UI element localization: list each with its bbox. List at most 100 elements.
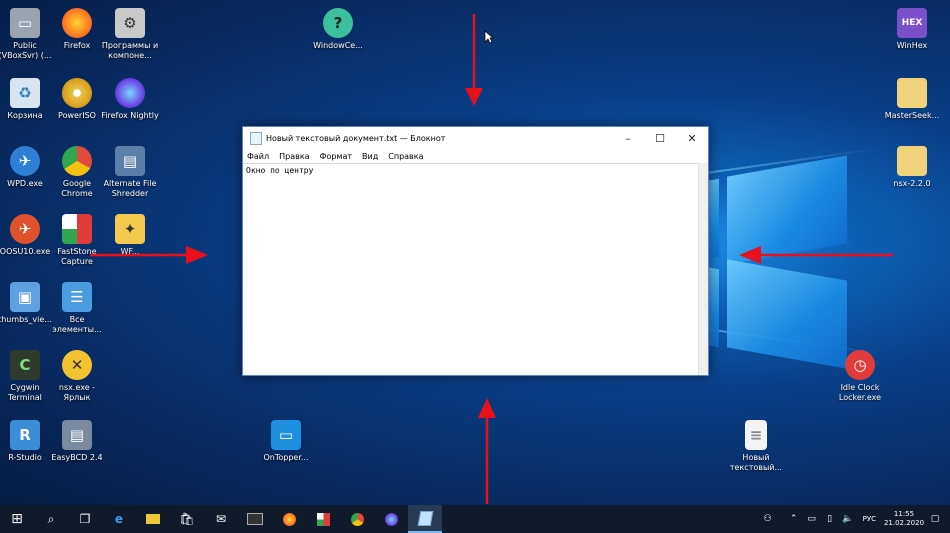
vertical-scrollbar[interactable] <box>698 163 708 375</box>
taskbar-firefox[interactable] <box>272 505 306 533</box>
desktop: ▭ Public (VBoxSvr) (... Firefox ⚙ Програ… <box>0 0 950 505</box>
taskbar-firefox-nightly[interactable] <box>374 505 408 533</box>
icon-label: Cygwin Terminal <box>8 383 42 402</box>
arrow-right <box>739 246 893 264</box>
notification-icon[interactable]: ▢ <box>928 514 942 524</box>
minimize-button[interactable]: – <box>612 132 644 145</box>
winhex-icon: HEX <box>897 8 927 38</box>
icon-shredder[interactable]: ▤ Alternate File Shredder <box>99 146 161 199</box>
icon-masterseek[interactable]: MasterSeek... <box>881 78 943 121</box>
easybcd-icon: ▤ <box>62 420 92 450</box>
icon-label: EasyBCD 2.4 <box>51 453 103 462</box>
recycle-bin-icon: ♻ <box>10 78 40 108</box>
text-file-icon: ≡ <box>745 420 767 450</box>
icon-ontopper[interactable]: ▭ OnTopper... <box>255 420 317 463</box>
disc-icon <box>62 78 92 108</box>
task-view-button[interactable]: ❐ <box>68 505 102 533</box>
icon-label: Новый текстовый... <box>729 453 783 472</box>
icon-winhex[interactable]: HEX WinHex <box>881 8 943 51</box>
icon-nsx-shortcut[interactable]: ✕ nsx.exe - Ярлык <box>46 350 108 403</box>
icon-label: Idle Clock Locker.exe <box>838 383 882 402</box>
taskbar-terminal[interactable] <box>238 505 272 533</box>
maximize-button[interactable]: ☐ <box>644 132 676 145</box>
icon-new-text[interactable]: ≡ Новый текстовый... <box>725 420 787 473</box>
icon-label: Firefox <box>63 41 91 50</box>
menu-view[interactable]: Вид <box>362 152 378 161</box>
people-icon[interactable]: ⚇ <box>761 514 775 524</box>
shredder-icon: ▤ <box>115 146 145 176</box>
chevron-up-icon[interactable]: ⌃ <box>787 514 801 524</box>
search-button[interactable]: ⌕ <box>34 505 68 533</box>
icon-all-elements[interactable]: ☰ Все элементы... <box>46 282 108 335</box>
arrow-bottom <box>478 398 496 504</box>
faststone-icon <box>62 214 92 244</box>
icon-label: Google Chrome <box>61 179 93 198</box>
store-icon: 🛍 <box>179 512 195 526</box>
firefox-nightly-icon <box>384 512 398 526</box>
icon-windowce[interactable]: ? WindowCe... <box>307 8 369 51</box>
icon-firefox-nightly[interactable]: Firefox Nightly <box>99 78 161 121</box>
menu-edit[interactable]: Правка <box>279 152 309 161</box>
volume-icon[interactable]: 🔈 <box>841 514 855 524</box>
language-indicator[interactable]: РУС <box>863 515 876 523</box>
clock[interactable]: 11:55 21.02.2020 <box>882 510 926 528</box>
firefox-icon <box>62 8 92 38</box>
notepad-window[interactable]: Новый текстовый документ.txt — Блокнот –… <box>242 126 709 376</box>
taskbar-notepad[interactable] <box>408 505 442 533</box>
icon-label: thumbs_vie... <box>0 315 52 324</box>
icon-idle-clock[interactable]: ◷ Idle Clock Locker.exe <box>829 350 891 403</box>
time: 11:55 <box>893 510 915 518</box>
title-bar[interactable]: Новый текстовый документ.txt — Блокнот –… <box>243 127 708 149</box>
folder-icon <box>897 78 927 108</box>
icon-label: nsx-2.2.0 <box>893 179 931 188</box>
icon-label: MasterSeek... <box>884 111 940 120</box>
wpd-icon: ✈ <box>10 146 40 176</box>
explorer-icon <box>146 514 160 524</box>
clock-lock-icon: ◷ <box>845 350 875 380</box>
question-icon: ? <box>323 8 353 38</box>
close-button[interactable]: ✕ <box>676 132 708 145</box>
icon-label: OOSU10.exe <box>0 247 51 256</box>
firefox-nightly-icon <box>115 78 145 108</box>
taskbar-chrome[interactable] <box>340 505 374 533</box>
arrow-left <box>90 246 208 264</box>
notepad-icon <box>250 131 262 145</box>
language-bar-icon[interactable]: ▭ <box>805 514 819 524</box>
network-icon[interactable]: ▯ <box>823 514 837 524</box>
mouse-cursor-icon <box>484 30 494 44</box>
icon-nsx[interactable]: nsx-2.2.0 <box>881 146 943 189</box>
menu-format[interactable]: Формат <box>320 152 352 161</box>
terminal-icon: C <box>10 350 40 380</box>
system-tray: ⚇ ⌃ ▭ ▯ 🔈 РУС 11:55 21.02.2020 ▢ <box>759 505 950 533</box>
icon-label: Public (VBoxSvr) (... <box>0 41 52 60</box>
icon-easybcd[interactable]: ▤ EasyBCD 2.4 <box>46 420 108 463</box>
firefox-icon <box>282 512 296 526</box>
notepad-icon <box>417 510 433 526</box>
icon-label: WindowCe... <box>313 41 363 50</box>
date: 21.02.2020 <box>883 519 925 527</box>
icon-label: OnTopper... <box>263 453 309 462</box>
edge-icon: e <box>114 512 124 526</box>
start-button[interactable]: ⊞ <box>0 505 34 533</box>
wf-icon: ✦ <box>115 214 145 244</box>
icon-label: Firefox Nightly <box>101 111 159 120</box>
icon-label: WPD.exe <box>7 179 43 188</box>
icon-programs[interactable]: ⚙ Программы и компоне... <box>99 8 161 61</box>
taskbar-explorer[interactable] <box>136 505 170 533</box>
menu-file[interactable]: Файл <box>247 152 269 161</box>
folder-icon <box>897 146 927 176</box>
chrome-icon <box>62 146 92 176</box>
taskbar-edge[interactable]: e <box>102 505 136 533</box>
text-editor[interactable]: Окно по центру <box>243 163 708 375</box>
icon-label: R-Studio <box>8 453 42 462</box>
taskbar-store[interactable]: 🛍 <box>170 505 204 533</box>
programs-icon: ⚙ <box>115 8 145 38</box>
windows-logo <box>705 155 865 380</box>
taskbar-faststone[interactable] <box>306 505 340 533</box>
icon-label: nsx.exe - Ярлык <box>58 383 96 402</box>
icon-label: PowerISO <box>58 111 96 120</box>
taskbar-mail[interactable]: ✉ <box>204 505 238 533</box>
window-title: Новый текстовый документ.txt — Блокнот <box>266 133 446 143</box>
monitor-icon: ▣ <box>10 282 40 312</box>
menu-help[interactable]: Справка <box>388 152 423 161</box>
